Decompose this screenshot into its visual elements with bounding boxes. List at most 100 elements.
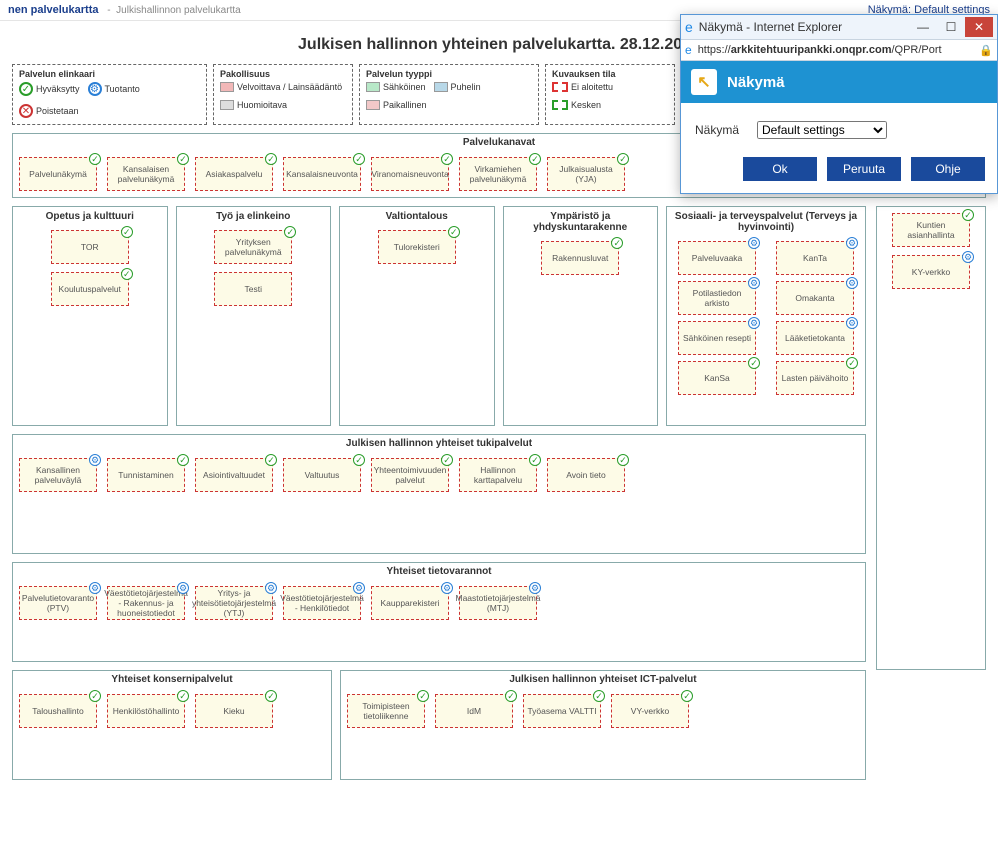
- breadcrumb-link-1[interactable]: nen palvelukartta: [8, 4, 98, 16]
- breadcrumb-sep: - Julkishallinnon palvelukartta: [107, 5, 240, 16]
- gear-icon: ⚙: [353, 582, 365, 594]
- maximize-button[interactable]: ☐: [937, 17, 965, 37]
- check-icon: ✓: [846, 357, 858, 369]
- service-card[interactable]: Kuntien asianhallinta✓: [892, 213, 970, 247]
- gear-icon: ⚙: [177, 582, 189, 594]
- service-card[interactable]: Palvelunäkymä✓: [19, 157, 97, 191]
- service-card[interactable]: Valtuutus✓: [283, 458, 361, 492]
- dash-icon: [552, 82, 568, 92]
- check-icon: ✓: [19, 82, 33, 96]
- service-card[interactable]: Yritys- ja yhteisötietojärjestelmä (YTJ)…: [195, 586, 273, 620]
- service-card[interactable]: Sähköinen resepti⚙: [678, 321, 756, 355]
- minimize-button[interactable]: —: [909, 17, 937, 37]
- lock-icon: 🔒: [979, 44, 993, 57]
- window-titlebar[interactable]: e Näkymä - Internet Explorer — ☐ ✕: [681, 15, 997, 39]
- gear-icon: ⚙: [846, 277, 858, 289]
- column-title: Sosiaali- ja terveyspalvelut (Terveys ja…: [667, 207, 865, 237]
- domain-column: Työ ja elinkeinoYrityksen palvelunäkymä✓…: [176, 206, 332, 426]
- service-card[interactable]: Asiointivaltuudet✓: [195, 458, 273, 492]
- dialog-header: ↖ Näkymä: [681, 61, 997, 103]
- service-card[interactable]: Omakanta⚙: [776, 281, 854, 315]
- service-card[interactable]: Lääketietokanta⚙: [776, 321, 854, 355]
- gear-icon: ⚙: [962, 251, 974, 263]
- dash-icon: [552, 100, 568, 110]
- domain-column: Ympäristö ja yhdyskuntarakenne Rakennuslu…: [503, 206, 659, 426]
- ok-button[interactable]: Ok: [743, 157, 817, 181]
- swatch-icon: [366, 82, 380, 92]
- service-card[interactable]: Tunnistaminen✓: [107, 458, 185, 492]
- swatch-icon: [220, 100, 234, 110]
- service-card[interactable]: Työasema VALTTI✓: [523, 694, 601, 728]
- check-icon: ✓: [441, 153, 453, 165]
- service-card[interactable]: IdM✓: [435, 694, 513, 728]
- service-card[interactable]: Väestötietojärjestelmä - Henkilötiedot⚙: [283, 586, 361, 620]
- service-card[interactable]: KanSa✓: [678, 361, 756, 395]
- service-card[interactable]: KY-verkko⚙: [892, 255, 970, 289]
- service-card[interactable]: Väestötietojärjestelmä - Rakennus- ja hu…: [107, 586, 185, 620]
- check-icon: ✓: [529, 153, 541, 165]
- service-card[interactable]: Avoin tieto✓: [547, 458, 625, 492]
- service-card[interactable]: Tulorekisteri✓: [378, 230, 456, 264]
- panel-tuki: Julkisen hallinnon yhteiset tukipalvelut…: [12, 434, 866, 554]
- service-card[interactable]: Toimipisteen tietoliikenne✓: [347, 694, 425, 728]
- gear-icon: ⚙: [441, 582, 453, 594]
- service-card[interactable]: Palveluvaaka⚙: [678, 241, 756, 275]
- service-card[interactable]: Potilastiedon arkisto⚙: [678, 281, 756, 315]
- gear-icon: ⚙: [89, 454, 101, 466]
- service-card[interactable]: Taloushallinto✓: [19, 694, 97, 728]
- check-icon: ✓: [441, 454, 453, 466]
- service-card[interactable]: Kansallinen palveluväylä⚙: [19, 458, 97, 492]
- cancel-button[interactable]: Peruuta: [827, 157, 901, 181]
- check-icon: ✓: [617, 454, 629, 466]
- gear-icon: ⚙: [748, 317, 760, 329]
- service-card[interactable]: VY-verkko✓: [611, 694, 689, 728]
- service-card[interactable]: Rakennusluvat✓: [541, 241, 619, 275]
- panel-title: Julkisen hallinnon yhteiset ICT-palvelut: [341, 671, 865, 688]
- service-card[interactable]: Koulutuspalvelut✓: [51, 272, 129, 306]
- popup-window: e Näkymä - Internet Explorer — ☐ ✕ e htt…: [680, 14, 998, 194]
- service-card[interactable]: Viranomaisneuvonta✓: [371, 157, 449, 191]
- check-icon: ✓: [265, 454, 277, 466]
- check-icon: ✓: [448, 226, 460, 238]
- service-card[interactable]: Kansalaisen palvelunäkymä✓: [107, 157, 185, 191]
- service-card[interactable]: Yrityksen palvelunäkymä✓: [214, 230, 292, 264]
- gear-icon: ⚙: [846, 237, 858, 249]
- view-select[interactable]: Default settings: [757, 121, 887, 139]
- check-icon: ✓: [748, 357, 760, 369]
- panel-tieto: Yhteiset tietovarannot Palvelutietovaran…: [12, 562, 866, 662]
- legend-title: Pakollisuus: [220, 69, 346, 79]
- ie-icon: e: [685, 19, 693, 35]
- service-card[interactable]: Lasten päivähoito✓: [776, 361, 854, 395]
- close-button[interactable]: ✕: [965, 17, 993, 37]
- service-card[interactable]: TOR✓: [51, 230, 129, 264]
- service-card[interactable]: Asiakaspalvelu✓: [195, 157, 273, 191]
- panel-title: Yhteiset tietovarannot: [13, 563, 865, 580]
- check-icon: ✓: [265, 153, 277, 165]
- help-button[interactable]: Ohje: [911, 157, 985, 181]
- swatch-icon: [366, 100, 380, 110]
- service-card[interactable]: Yhteentoimivuuden palvelut✓: [371, 458, 449, 492]
- service-card[interactable]: KanTa⚙: [776, 241, 854, 275]
- service-card[interactable]: Julkaisualusta (YJA)✓: [547, 157, 625, 191]
- address-bar[interactable]: e https://arkkitehtuuripankki.onqpr.com/…: [681, 39, 997, 61]
- url-text: https://arkkitehtuuripankki.onqpr.com/QP…: [698, 44, 976, 56]
- window-title: Näkymä - Internet Explorer: [699, 20, 909, 34]
- check-icon: ✓: [265, 690, 277, 702]
- swatch-icon: [220, 82, 234, 92]
- service-card[interactable]: Kieku✓: [195, 694, 273, 728]
- column-title: Ympäristö ja yhdyskuntarakenne: [504, 207, 658, 237]
- check-icon: ✓: [353, 454, 365, 466]
- service-card[interactable]: Palvelutietovaranto (PTV)⚙: [19, 586, 97, 620]
- service-card[interactable]: Kaupparekisteri⚙: [371, 586, 449, 620]
- legend-title: Kuvauksen tila: [552, 69, 668, 79]
- check-icon: ✓: [177, 153, 189, 165]
- service-card[interactable]: Maastotietojärjestelmä (MTJ)⚙: [459, 586, 537, 620]
- service-card[interactable]: Testi: [214, 272, 292, 306]
- check-icon: ✓: [177, 690, 189, 702]
- service-card[interactable]: Kansalaisneuvonta✓: [283, 157, 361, 191]
- service-card[interactable]: Henkilöstöhallinto✓: [107, 694, 185, 728]
- domain-column: ValtiontalousTulorekisteri✓: [339, 206, 495, 426]
- service-card[interactable]: Virkamiehen palvelunäkymä✓: [459, 157, 537, 191]
- service-card[interactable]: Hallinnon karttapalvelu✓: [459, 458, 537, 492]
- column-title: Opetus ja kulttuuri: [13, 207, 167, 226]
